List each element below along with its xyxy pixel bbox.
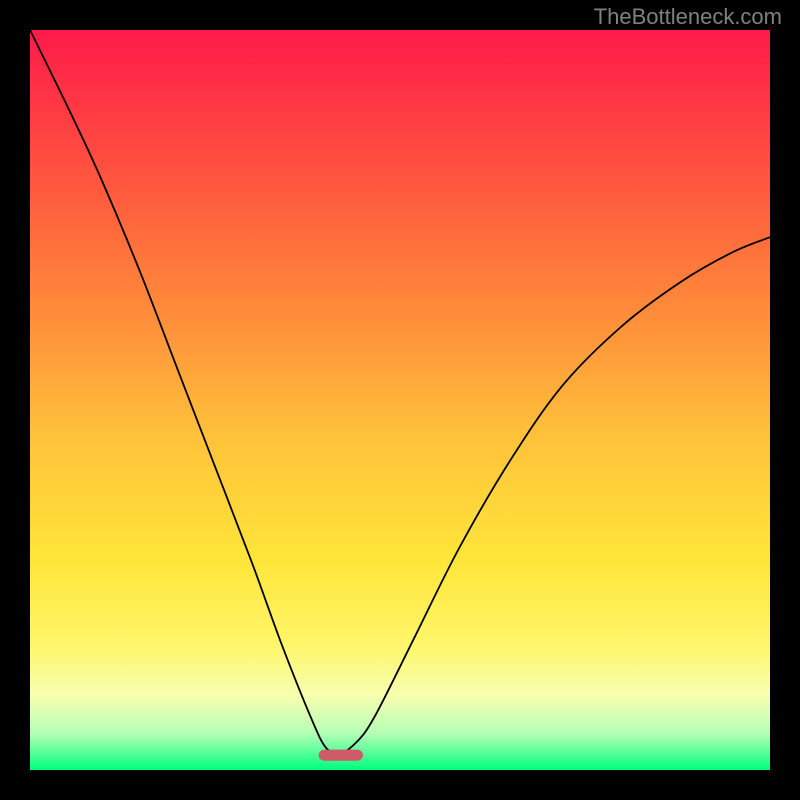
chart-frame: TheBottleneck.com (0, 0, 800, 800)
bottleneck-chart (30, 30, 770, 770)
minimum-marker (319, 750, 363, 761)
watermark-text: TheBottleneck.com (594, 4, 782, 30)
gradient-background (30, 30, 770, 770)
